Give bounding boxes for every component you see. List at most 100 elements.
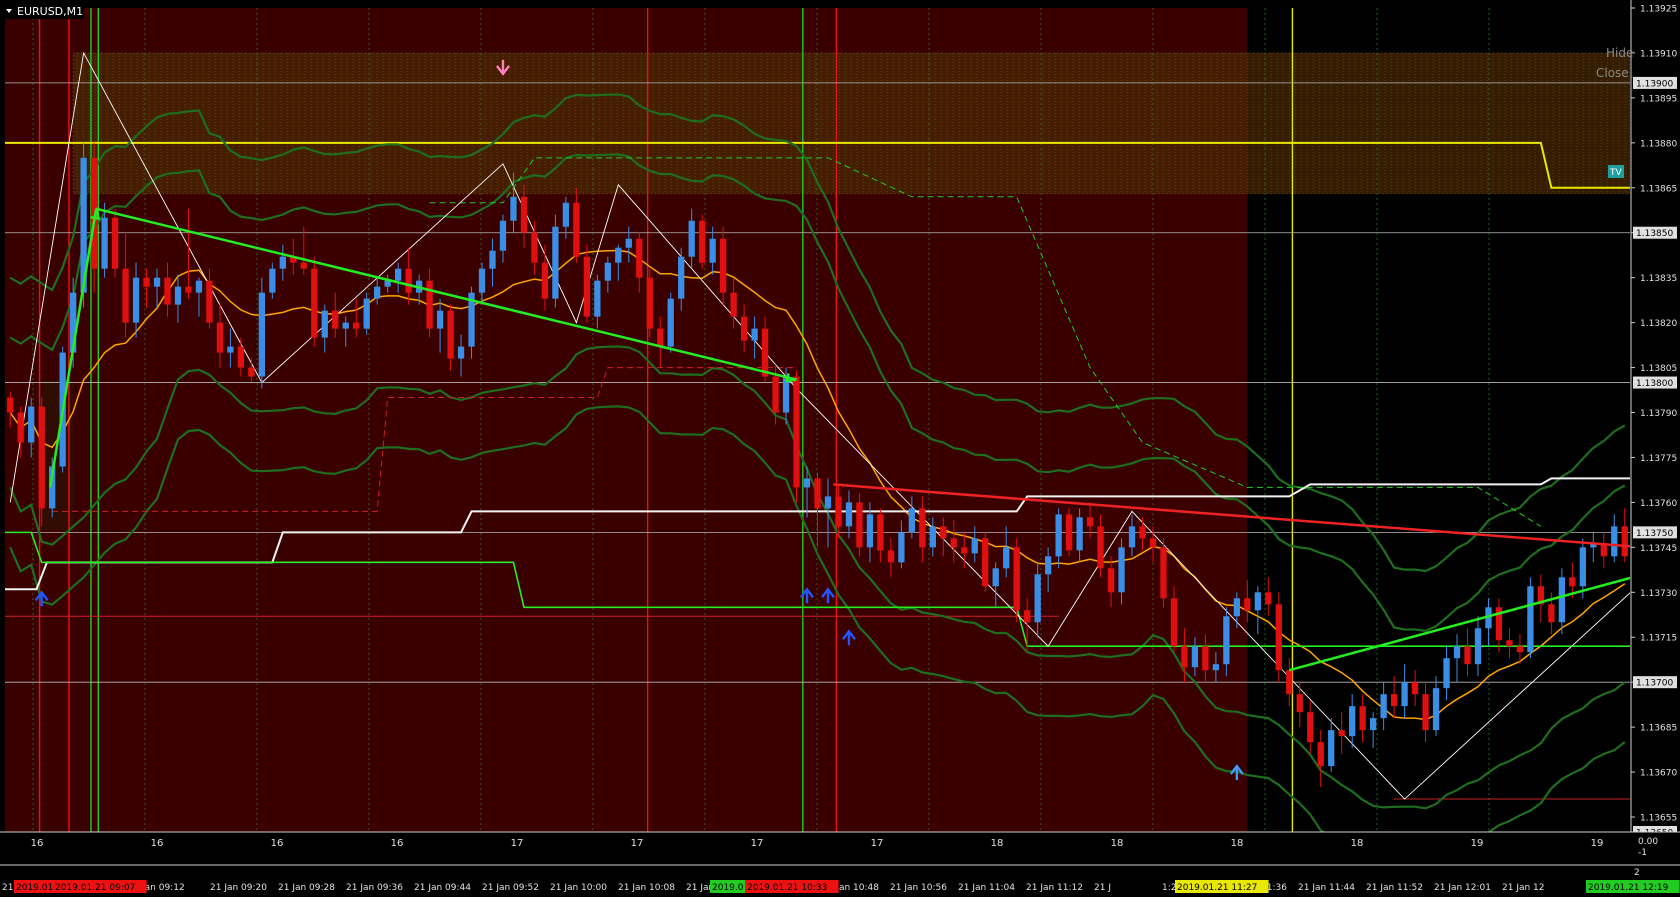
candle-body — [122, 268, 129, 323]
time-tick-label: 21 Jan 09:36 — [346, 883, 403, 893]
candle-body — [709, 238, 716, 263]
price-label: 1.13700 — [1636, 679, 1673, 689]
candle-body — [940, 526, 947, 539]
candle-body — [929, 526, 936, 548]
time-highlight-label: 2019.01.21 10:33 — [747, 883, 827, 893]
candle-body — [730, 292, 737, 317]
candle-body — [1045, 556, 1052, 575]
time-tick-label: 21 Jan 10:08 — [618, 883, 675, 893]
candle-body — [478, 268, 486, 293]
candle-body — [1359, 706, 1366, 731]
candle-body — [1516, 646, 1524, 653]
candle-body — [772, 376, 779, 413]
candle-body — [426, 280, 433, 329]
candle-body — [1265, 592, 1272, 605]
candle-body — [1286, 670, 1293, 695]
candle-body — [1390, 694, 1398, 707]
candle-body — [237, 346, 245, 368]
candle-body — [1097, 526, 1104, 569]
candle-body — [573, 202, 580, 257]
candle-body — [1202, 646, 1209, 671]
axis-tick-label: 1.13925 — [1640, 5, 1677, 15]
axis-tick-label: 1.13895 — [1640, 94, 1677, 104]
sub-window-label: 18 — [991, 838, 1004, 849]
candle-body — [887, 550, 895, 563]
candle-body — [594, 280, 601, 317]
time-tick-label: 21 Jan 11:04 — [958, 883, 1015, 893]
candle-body — [646, 277, 653, 329]
candle-body — [374, 286, 381, 299]
candle-body — [216, 322, 224, 353]
candle-body — [1244, 598, 1251, 611]
trend-up-arrow-2 — [1288, 563, 1680, 672]
time-axis-left-label: 21 — [2, 883, 13, 893]
time-highlight-label: 2019.01.21 09:07 — [55, 883, 135, 893]
candle-body — [1370, 718, 1377, 731]
candle-body — [1160, 547, 1167, 599]
candle-body — [1076, 517, 1083, 551]
sub-window-label: 16 — [151, 838, 164, 849]
axis-tick-label: 1.13745 — [1640, 544, 1677, 554]
candle-body — [1003, 547, 1010, 569]
candle-body — [1453, 646, 1461, 659]
candle-body — [1086, 517, 1094, 527]
candle-body — [279, 256, 286, 269]
candle-body — [678, 256, 685, 299]
candle-body — [1611, 526, 1618, 557]
sub-window-label: 17 — [511, 838, 524, 849]
candle-body — [615, 247, 622, 263]
candle-body — [950, 538, 957, 548]
candle-body — [153, 277, 161, 287]
sub-window-label: 16 — [391, 838, 404, 849]
axis-tick-label: 1.13760 — [1640, 499, 1677, 509]
candle-body — [7, 397, 14, 413]
candle-body — [332, 310, 339, 329]
time-tick-label: 21 Jan 09:44 — [414, 883, 471, 893]
axis-tick-label: 1.13820 — [1640, 319, 1677, 329]
time-tick-label: 21 Jan 11:12 — [1026, 883, 1083, 893]
candle-body — [1013, 547, 1020, 611]
close-button[interactable]: Close — [1596, 66, 1629, 80]
candle-body — [1464, 646, 1471, 665]
candle-body — [227, 346, 234, 353]
time-highlight-label: 2019.01.21 12:19 — [1588, 883, 1669, 893]
tv-button[interactable]: TV — [1608, 165, 1624, 178]
candle-body — [1558, 577, 1565, 623]
candle-body — [751, 328, 758, 341]
candle-body — [510, 196, 517, 221]
time-tick-label: 21 Jan 10:00 — [550, 883, 607, 893]
candle-body — [206, 280, 213, 323]
sub-window-label: 17 — [751, 838, 764, 849]
candle-body — [793, 376, 800, 488]
axis-tick-label: 1.13685 — [1640, 724, 1677, 734]
candle-body — [1034, 574, 1041, 623]
candle-body — [761, 328, 769, 377]
price-chart[interactable]: 1.13925 1.13910 1.13895 1.13880 1.13865 1.138… — [0, 0, 1680, 897]
candle-body — [531, 232, 538, 263]
price-label: 1.13750 — [1636, 529, 1673, 539]
candle-body — [1422, 694, 1429, 731]
hide-button[interactable]: Hide — [1606, 46, 1633, 60]
symbol-title[interactable]: EURUSD,M1 — [2, 3, 84, 19]
time-highlight-label: 2019.01.21 11:27 — [1177, 883, 1257, 893]
candle-body — [971, 538, 978, 554]
candle-body — [1569, 577, 1576, 587]
sub-window-label: 16 — [271, 838, 284, 849]
axis-tick-label: 1.13655 — [1640, 814, 1677, 824]
candle-body — [845, 502, 853, 527]
candle-body — [353, 322, 360, 329]
candle-body — [143, 277, 150, 287]
candle-body — [835, 496, 842, 527]
time-tick-label: 21 Jan 10:56 — [890, 883, 947, 893]
candle-body — [101, 217, 108, 269]
candle-body — [1579, 547, 1586, 587]
candle-body — [720, 238, 727, 293]
price-label: 1.13900 — [1636, 79, 1673, 89]
candle-body — [1128, 526, 1136, 548]
price-label: 1.13800 — [1636, 379, 1673, 389]
candle-body — [1024, 610, 1031, 623]
candle-body — [1338, 730, 1345, 737]
candle-body — [1212, 664, 1220, 671]
time-tick-label: 21 Jan 09:20 — [210, 883, 267, 893]
candle-body — [1328, 730, 1335, 767]
